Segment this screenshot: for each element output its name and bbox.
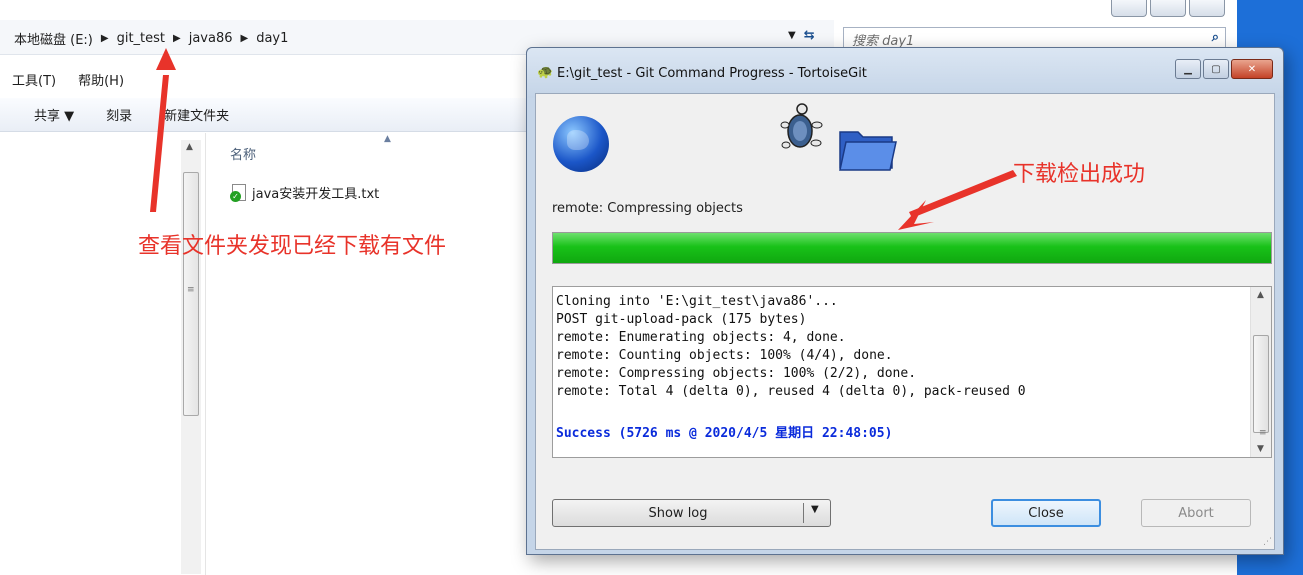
log-line: Cloning into 'E:\git_test\java86'... <box>556 294 838 309</box>
split-divider <box>803 503 804 523</box>
show-log-button[interactable]: Show log ▼ <box>552 499 831 527</box>
menu-tools[interactable]: 工具(T) <box>12 70 56 89</box>
breadcrumb: 本地磁盘 (E:) ▶ git_test ▶ java86 ▶ day1 <box>14 29 288 48</box>
scroll-down-icon[interactable]: ▼ <box>1257 444 1264 454</box>
log-line: POST git-upload-pack (175 bytes) <box>556 312 807 327</box>
log-line: remote: Compressing objects: 100% (2/2),… <box>556 366 917 381</box>
address-tools: ▼ ⇆ <box>788 28 815 43</box>
tortoise-icon <box>780 103 823 149</box>
log-line: remote: Total 4 (delta 0), reused 4 (del… <box>556 384 1026 399</box>
column-header-name[interactable]: 名称 <box>230 144 256 163</box>
menu-bar: 工具(T) 帮助(H) <box>0 66 540 92</box>
dialog-close-button[interactable]: ✕ <box>1231 59 1273 79</box>
log-output[interactable]: Cloning into 'E:\git_test\java86'... POST… <box>552 286 1272 458</box>
resize-grip-icon[interactable]: ⋰ <box>1263 537 1272 547</box>
breadcrumb-drive[interactable]: 本地磁盘 (E:) <box>14 29 93 48</box>
refresh-icon[interactable]: ⇆ <box>804 28 815 43</box>
annotation-right-text: 下载检出成功 <box>1013 162 1146 187</box>
breadcrumb-git-test[interactable]: git_test <box>117 31 165 46</box>
log-scrollbar-thumb[interactable]: ≡ <box>1253 335 1269 438</box>
progress-fill <box>553 233 1271 263</box>
log-success-line: Success (5726 ms @ 2020/4/5 星期日 22:48:05… <box>556 426 893 441</box>
chevron-right-icon[interactable]: ▶ <box>241 33 249 44</box>
file-name: java安装开发工具.txt <box>252 187 380 202</box>
dialog-body: remote: Compressing objects Cloning into… <box>535 93 1275 550</box>
burn-button[interactable]: 刻录 <box>106 105 132 124</box>
new-folder-button[interactable]: 新建文件夹 <box>164 105 229 124</box>
text-file-icon: ✓ <box>230 183 246 202</box>
tortoisegit-icon: 🐢 <box>537 65 554 80</box>
annotation-left-text: 查看文件夹发现已经下载有文件 <box>138 234 447 259</box>
git-progress-dialog: 🐢 E:\git_test - Git Command Progress - T… <box>526 47 1284 555</box>
log-line: remote: Enumerating objects: 4, done. <box>556 330 846 345</box>
share-button[interactable]: 共享 ▼ <box>34 105 74 124</box>
abort-button[interactable]: Abort <box>1141 499 1251 527</box>
dialog-maximize-button[interactable]: ▢ <box>1203 59 1229 79</box>
progress-bar <box>552 232 1272 264</box>
status-text: remote: Compressing objects <box>552 201 743 216</box>
explorer-window-buttons <box>1111 0 1225 17</box>
close-button[interactable] <box>1189 0 1225 17</box>
folder-icon <box>839 131 897 171</box>
list-item[interactable]: ✓ java安装开发工具.txt <box>230 183 379 202</box>
breadcrumb-java86[interactable]: java86 <box>189 31 233 46</box>
dialog-title: E:\git_test - Git Command Progress - Tor… <box>557 66 867 81</box>
navigation-pane[interactable] <box>0 133 206 575</box>
scrollbar-grip-icon: ≡ <box>187 285 195 295</box>
search-icon[interactable]: ⌕ <box>1212 30 1219 45</box>
dialog-window-buttons: ▁ ▢ ✕ <box>1175 59 1273 79</box>
menu-help[interactable]: 帮助(H) <box>78 70 124 89</box>
dialog-titlebar[interactable]: 🐢 E:\git_test - Git Command Progress - T… <box>527 48 1283 98</box>
scroll-up-icon[interactable]: ▲ <box>186 142 193 152</box>
log-scrollbar[interactable]: ▲ ≡ ▼ <box>1250 287 1271 457</box>
history-dropdown-icon[interactable]: ▼ <box>788 30 796 41</box>
maximize-button[interactable] <box>1150 0 1186 17</box>
globe-icon <box>553 116 609 172</box>
log-lines: Cloning into 'E:\git_test\java86'... POST… <box>556 293 1026 401</box>
scroll-up-icon[interactable]: ▲ <box>1257 290 1264 300</box>
chevron-right-icon[interactable]: ▶ <box>173 33 181 44</box>
dialog-minimize-button[interactable]: ▁ <box>1175 59 1201 79</box>
command-toolbar: 共享 ▼ 刻录 新建文件夹 <box>0 98 540 132</box>
chevron-right-icon[interactable]: ▶ <box>101 33 109 44</box>
scrollbar-grip-icon: ≡ <box>1259 428 1267 438</box>
log-line: remote: Counting objects: 100% (4/4), do… <box>556 348 893 363</box>
show-log-label: Show log <box>648 505 708 521</box>
breadcrumb-day1[interactable]: day1 <box>256 31 288 46</box>
close-button[interactable]: Close <box>991 499 1101 527</box>
chevron-down-icon[interactable]: ▼ <box>811 504 819 515</box>
minimize-button[interactable] <box>1111 0 1147 17</box>
sort-ascending-icon: ▲ <box>384 134 391 144</box>
